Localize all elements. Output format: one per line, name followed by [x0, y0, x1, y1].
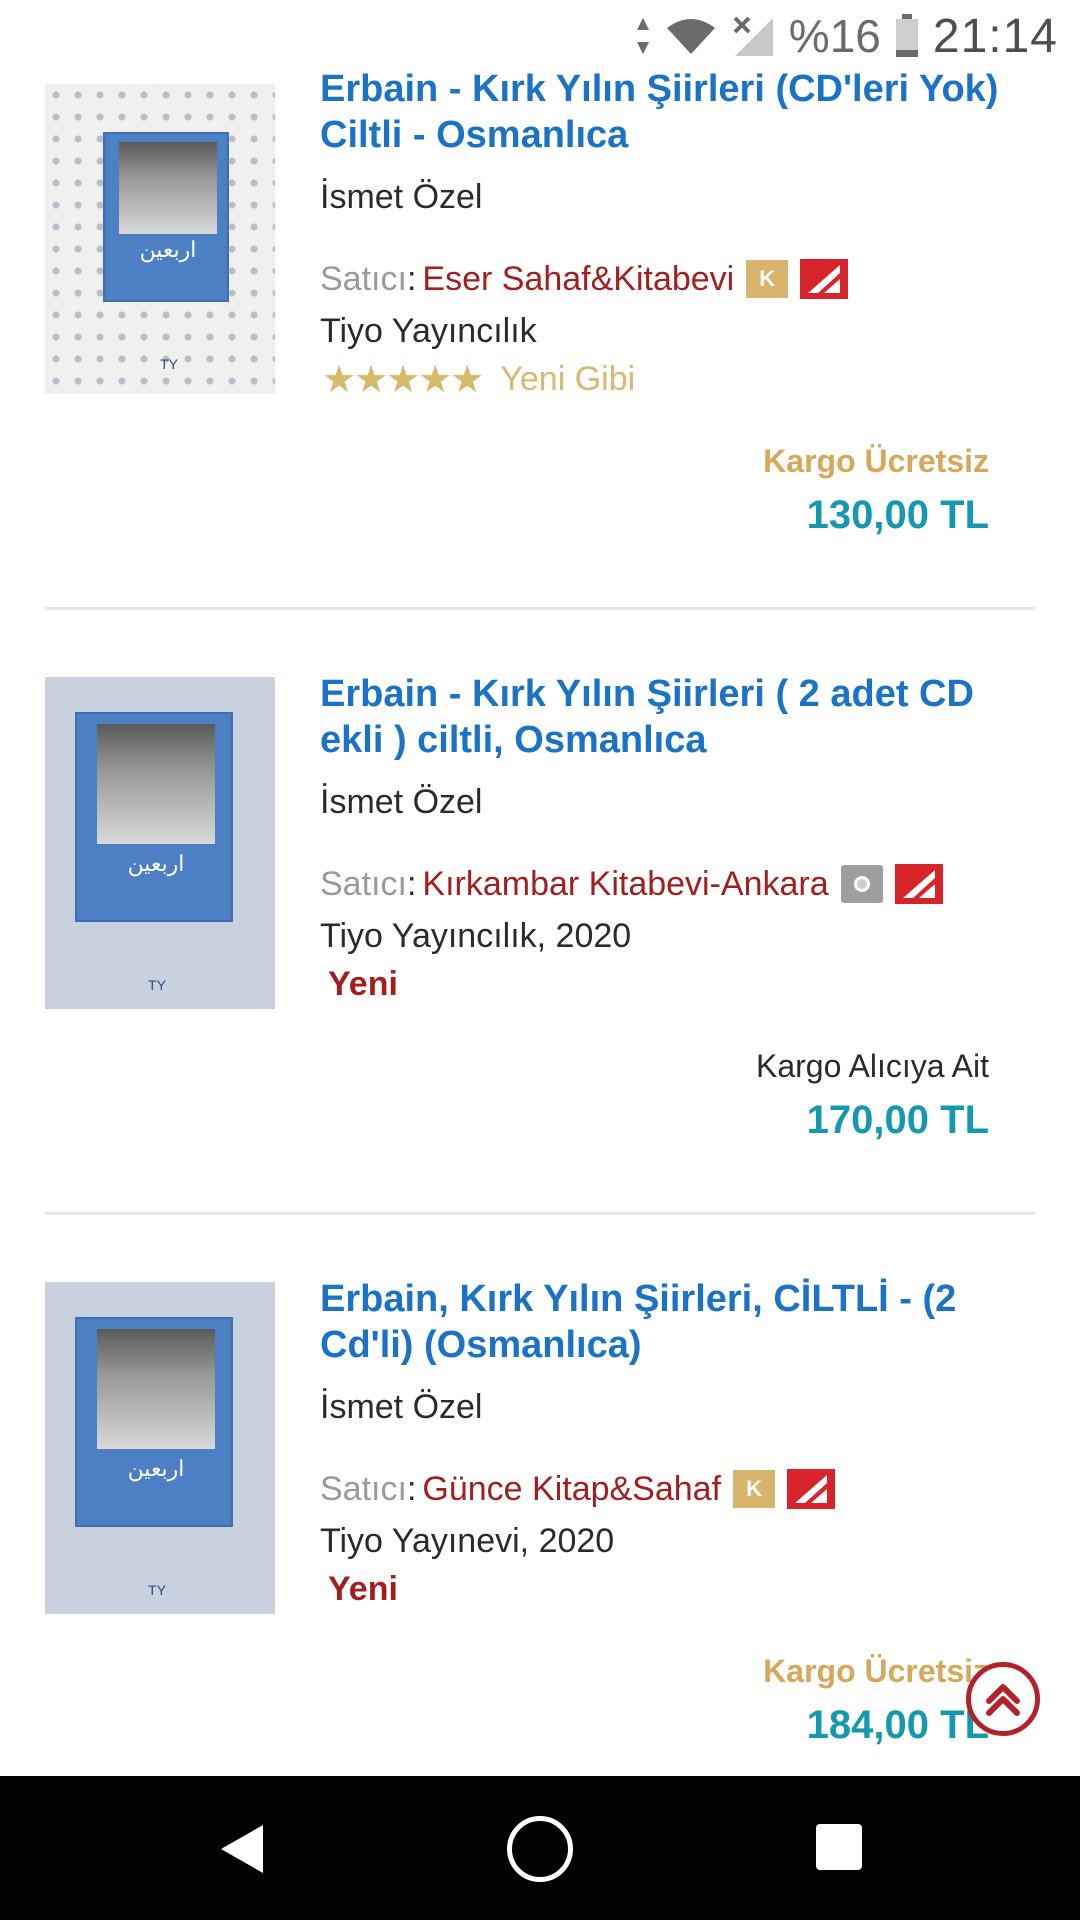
seller-name[interactable]: Günce Kitap&Sahaf	[422, 1470, 721, 1509]
listing-item[interactable]: اربعين TY Erbain - Kırk Yılın Şiirleri (…	[0, 605, 1080, 1215]
book-cover-image[interactable]: اربعين TY	[45, 1282, 275, 1614]
home-icon[interactable]	[507, 1816, 573, 1882]
book-cover-image[interactable]: اربعين TY	[45, 677, 275, 1009]
listing-author[interactable]: İsmet Özel	[320, 1388, 482, 1427]
back-icon[interactable]	[215, 1821, 271, 1877]
seller-level-badge	[840, 865, 883, 903]
system-navigation-bar	[0, 1776, 1080, 1920]
listing-publisher: Tiyo Yayınevi, 2020	[320, 1522, 615, 1560]
seller-level-badge: K	[746, 260, 789, 298]
listing-publisher: Tiyo Yayıncılık	[320, 312, 537, 350]
seller-label: Satıcı	[320, 259, 407, 298]
condition-rating: ★★★★★ Yeni Gibi	[322, 357, 635, 402]
seller-label: Satıcı	[320, 864, 407, 903]
shipping-info: Kargo Ücretsiz	[763, 443, 989, 479]
listing-publisher: Tiyo Yayıncılık, 2020	[320, 917, 632, 955]
condition-label: Yeni	[328, 965, 398, 1003]
seller-line: Satıcı : Kırkambar Kitabevi-Ankara	[320, 862, 943, 906]
status-bar: %16 21:14	[0, 0, 1080, 70]
listing-author[interactable]: İsmet Özel	[320, 783, 482, 822]
listing-title[interactable]: Erbain, Kırk Yılın Şiirleri, CİLTLİ - (2…	[320, 1276, 1020, 1368]
recent-apps-icon[interactable]	[816, 1824, 862, 1870]
seller-level-badge: K	[733, 1470, 776, 1508]
condition-label: Yeni	[328, 1570, 398, 1608]
seller-line: Satıcı : Günce Kitap&Sahaf K	[320, 1467, 836, 1511]
shipping-info: Kargo Alıcıya Ait	[755, 1048, 989, 1084]
shipping-info: Kargo Ücretsiz	[763, 1653, 989, 1689]
data-activity-icon	[636, 18, 649, 54]
listing-item[interactable]: اربعين TY Erbain - Kırk Yılın Şiirleri (…	[0, 0, 1080, 610]
listing-item[interactable]: اربعين TY Erbain, Kırk Yılın Şiirleri, C…	[0, 1210, 1080, 1815]
seller-label: Satıcı	[320, 1469, 407, 1508]
listing-title[interactable]: Erbain - Kırk Yılın Şiirleri ( 2 adet CD…	[320, 671, 1020, 763]
scroll-to-top-button[interactable]	[966, 1662, 1040, 1736]
battery-percent: %16	[788, 10, 881, 62]
condition-label: Yeni Gibi	[500, 360, 636, 398]
listing-author[interactable]: İsmet Özel	[320, 178, 482, 217]
seller-line: Satıcı : Eser Sahaf&Kitabevi K	[320, 257, 849, 301]
rating-stars-icon: ★★★★★	[322, 359, 484, 401]
listing-title[interactable]: Erbain - Kırk Yılın Şiirleri (CD'leri Yo…	[320, 66, 1020, 158]
battery-icon	[895, 14, 918, 57]
chevron-up-icon	[986, 1684, 1020, 1716]
price: 130,00 TL	[806, 493, 989, 537]
courier-icon	[787, 1469, 836, 1509]
clock: 21:14	[932, 9, 1058, 63]
courier-icon	[800, 259, 849, 299]
price: 184,00 TL	[806, 1703, 989, 1747]
price: 170,00 TL	[806, 1098, 989, 1142]
wifi-icon	[666, 19, 715, 54]
seller-name[interactable]: Kırkambar Kitabevi-Ankara	[422, 865, 828, 904]
courier-icon	[894, 864, 943, 904]
seller-name[interactable]: Eser Sahaf&Kitabevi	[422, 260, 734, 299]
book-cover-image[interactable]: اربعين TY	[45, 84, 275, 394]
signal-icon	[733, 16, 773, 56]
